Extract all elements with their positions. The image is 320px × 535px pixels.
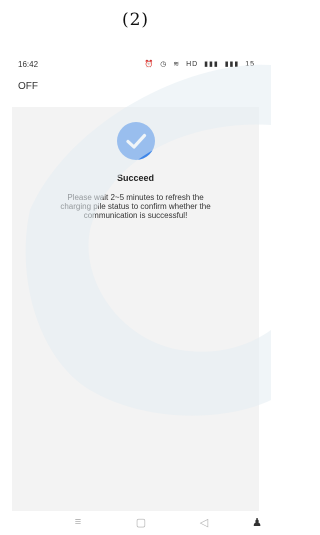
wifi-icon: ≋ (173, 61, 181, 68)
menu-icon[interactable]: ≡ (68, 516, 88, 528)
signal-icon: ▮▮▮ (224, 61, 240, 68)
page-caption: (2) (121, 10, 150, 30)
result-panel (12, 107, 259, 511)
status-time: 16:42 (18, 60, 39, 69)
result-message: Please wait 2~5 minutes to refresh the c… (60, 193, 211, 220)
result-title: Succeed (116, 173, 155, 183)
back-icon[interactable]: ◁ (194, 516, 214, 529)
status-icons: ⏰ ◷ ≋ HD ▮▮▮ ▮▮▮ 15 (142, 60, 255, 68)
clock-icon: ◷ (160, 61, 168, 68)
phone-screen: 16:42 ⏰ ◷ ≋ HD ▮▮▮ ▮▮▮ 15 OFF Succeed Pl… (0, 55, 271, 535)
hd-icon: HD (186, 61, 199, 68)
system-nav-bar: ≡ ▢ ◁ ♟ (0, 511, 271, 535)
app-bar: OFF (0, 75, 271, 107)
off-label[interactable]: OFF (18, 81, 38, 92)
status-bar: 16:42 ⏰ ◷ ≋ HD ▮▮▮ ▮▮▮ 15 (0, 55, 271, 75)
accessibility-icon[interactable]: ♟ (247, 516, 267, 529)
check-circle-icon (117, 122, 155, 160)
battery-icon: 15 (245, 61, 255, 68)
signal-icon: ▮▮▮ (204, 61, 219, 68)
alarm-icon: ⏰ (144, 61, 155, 68)
home-icon[interactable]: ▢ (131, 516, 151, 529)
